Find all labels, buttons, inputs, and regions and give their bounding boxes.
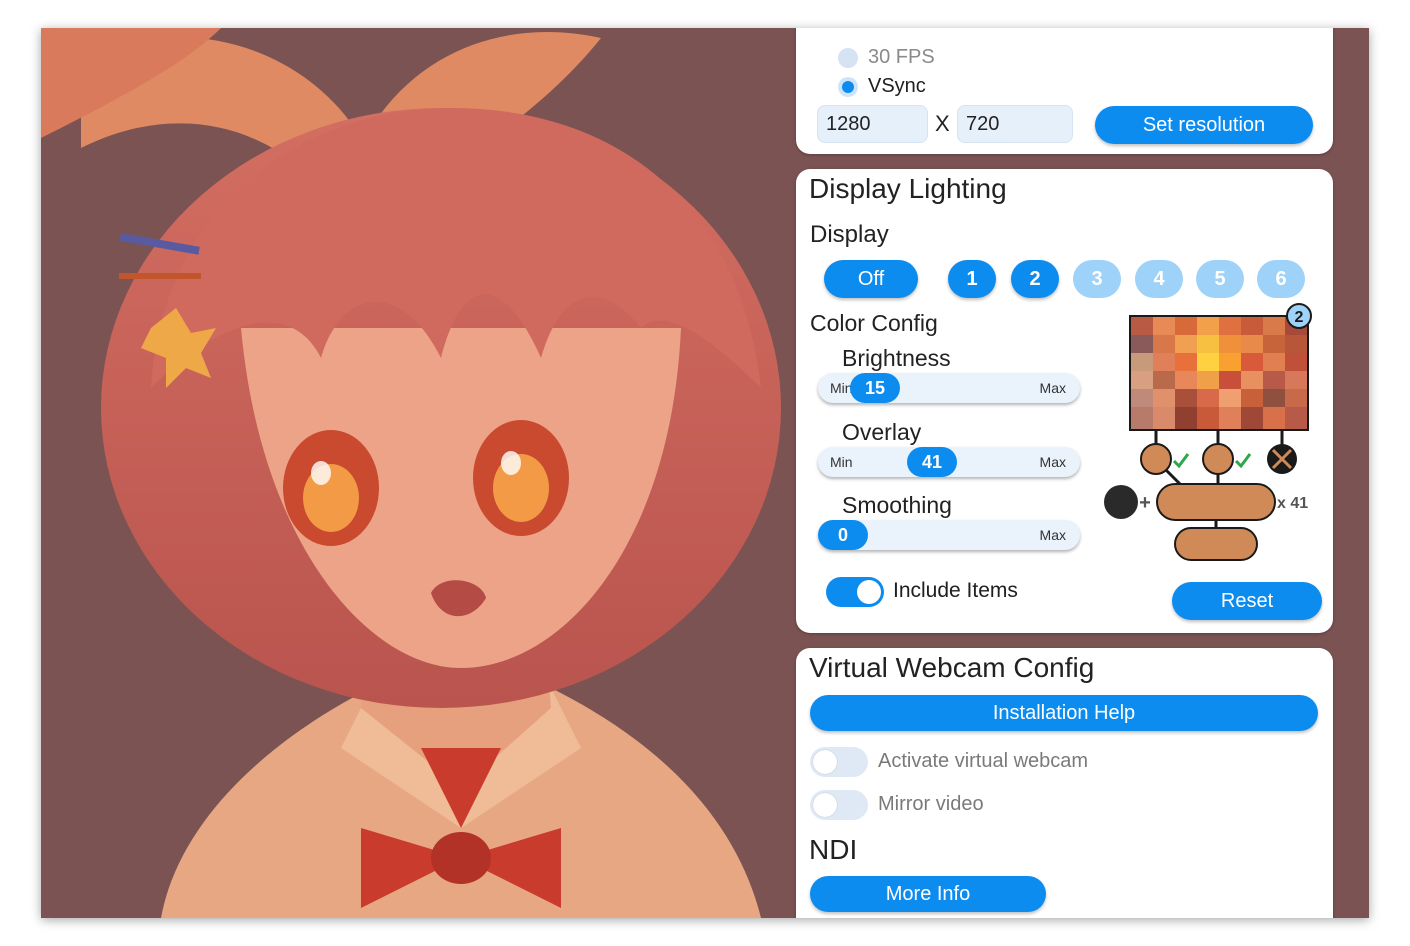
overlay-slider-handle[interactable]: 41 <box>907 447 957 477</box>
display-4-button[interactable]: 4 <box>1135 260 1183 298</box>
display-lighting-title: Display Lighting <box>809 173 1007 204</box>
display-lighting-panel: Display Lighting Display Off 1 2 3 4 5 6… <box>796 169 1333 633</box>
mirror-video-label: Mirror video <box>878 793 984 815</box>
installation-help-button[interactable]: Installation Help <box>810 695 1318 731</box>
plus-sign: + <box>1139 492 1151 514</box>
include-items-label: Include Items <box>893 579 1018 602</box>
brightness-label: Brightness <box>842 345 951 371</box>
framerate-option-vsync[interactable]: VSync <box>838 75 926 98</box>
slider-min-label: Min <box>830 454 853 470</box>
radio-unselected[interactable] <box>838 47 858 68</box>
app-window: 30 FPS VSync 1280 X 720 Set resolution D… <box>41 28 1369 918</box>
display-2-button[interactable]: 2 <box>1011 260 1059 298</box>
framerate-option-30fps[interactable]: 30 FPS <box>838 46 935 69</box>
overlay-slider[interactable]: Min Max 41 <box>818 447 1080 477</box>
display-6-button[interactable]: 6 <box>1257 260 1305 298</box>
display-1-button[interactable]: 1 <box>948 260 996 298</box>
output-node <box>1174 527 1258 561</box>
brightness-slider[interactable]: Min Max 15 <box>818 373 1080 403</box>
display-off-button[interactable]: Off <box>824 260 918 298</box>
slider-max-label: Max <box>1039 380 1066 396</box>
display-5-button[interactable]: 5 <box>1196 260 1244 298</box>
overlay-label: Overlay <box>842 419 922 445</box>
display-3-button[interactable]: 3 <box>1073 260 1121 298</box>
source-node <box>1140 443 1172 475</box>
check-icon <box>1234 453 1252 469</box>
more-info-button[interactable]: More Info <box>810 876 1046 912</box>
black-color-node <box>1104 485 1138 519</box>
resolution-width-input[interactable]: 1280 <box>817 105 928 143</box>
set-resolution-button[interactable]: Set resolution <box>1095 106 1313 144</box>
toggle-knob <box>813 793 837 817</box>
activate-webcam-label: Activate virtual webcam <box>878 750 1089 772</box>
virtual-webcam-panel: Virtual Webcam Config Installation Help … <box>796 648 1333 918</box>
smoothing-slider-handle[interactable]: 0 <box>818 520 868 550</box>
mirror-video-toggle[interactable] <box>810 790 868 820</box>
overlay-multiplier: x 41 <box>1277 495 1308 512</box>
include-items-toggle[interactable] <box>826 577 884 607</box>
smoothing-label: Smoothing <box>842 492 952 518</box>
source-node <box>1202 443 1234 475</box>
display-badge-number: 2 <box>1295 309 1304 326</box>
smoothing-slider[interactable]: Max 0 <box>818 520 1080 550</box>
framerate-option-label: 30 FPS <box>868 46 935 68</box>
color-config-label: Color Config <box>810 310 938 336</box>
toggle-knob <box>857 580 881 604</box>
display-preview-pixelated <box>1129 315 1309 431</box>
reset-button[interactable]: Reset <box>1172 582 1322 620</box>
slider-max-label: Max <box>1039 454 1066 470</box>
resolution-height-input[interactable]: 720 <box>957 105 1073 143</box>
lighting-preview-diagram: 2 + x 41 <box>1104 303 1312 561</box>
slider-max-label: Max <box>1039 527 1066 543</box>
framerate-resolution-panel: 30 FPS VSync 1280 X 720 Set resolution <box>796 28 1333 154</box>
character-artwork <box>41 28 781 918</box>
toggle-knob <box>813 750 837 774</box>
resolution-separator: X <box>935 111 950 136</box>
mix-node <box>1156 483 1276 521</box>
check-icon <box>1172 453 1190 469</box>
display-label: Display <box>810 221 889 248</box>
virtual-webcam-title: Virtual Webcam Config <box>809 652 1095 683</box>
activate-webcam-toggle[interactable] <box>810 747 868 777</box>
radio-selected[interactable] <box>838 76 858 97</box>
brightness-slider-handle[interactable]: 15 <box>850 373 900 403</box>
ndi-title: NDI <box>809 834 858 865</box>
framerate-option-label: VSync <box>868 75 926 97</box>
